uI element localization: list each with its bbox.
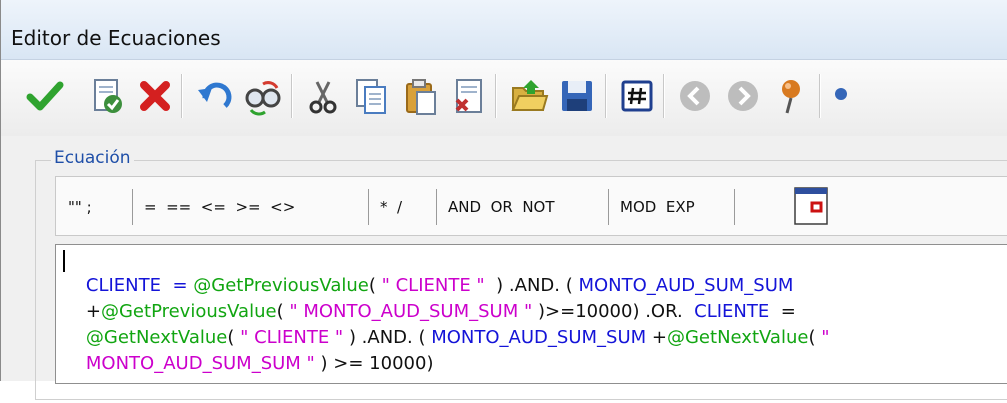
- copy-icon: [356, 79, 386, 114]
- code-token: (: [808, 327, 822, 348]
- operator-separator: [436, 189, 437, 225]
- toolbar-separator: [495, 74, 497, 118]
- validate-button[interactable]: [83, 70, 131, 122]
- delete-button[interactable]: [445, 70, 493, 122]
- save-icon: [562, 81, 592, 111]
- operator-separator: [132, 189, 133, 225]
- code-line: CLIENTE = @GetPreviousValue( " CLIENTE "…: [63, 247, 794, 296]
- equation-editor-window: Editor de Ecuaciones Ecuación "" ; = == …: [0, 0, 1007, 400]
- open-folder-icon: [511, 80, 549, 111]
- find-replace-button[interactable]: [239, 70, 287, 122]
- cancel-icon: [140, 81, 170, 111]
- save-button[interactable]: [553, 70, 601, 122]
- accept-button[interactable]: [21, 70, 69, 122]
- paste-button[interactable]: [397, 70, 445, 122]
- toolbar-separator: [819, 74, 821, 118]
- forward-button[interactable]: [719, 70, 767, 122]
- code-line: +@GetPreviousValue( " MONTO_AUD_SUM_SUM …: [63, 273, 796, 322]
- toolbar-separator: [291, 74, 293, 118]
- find-replace-icon: [245, 81, 281, 116]
- op-arithmetic[interactable]: * /: [380, 177, 402, 237]
- operator-bar: "" ; = == <= >= <> * / AND OR NOT MOD EX…: [55, 176, 1007, 236]
- op-math[interactable]: MOD EXP: [620, 177, 695, 237]
- validate-document-icon: [94, 79, 122, 113]
- toolbar-separator: [605, 74, 607, 118]
- operator-separator: [734, 189, 735, 225]
- pin-button[interactable]: [767, 70, 815, 122]
- code-token: +: [646, 327, 667, 348]
- window-title: Editor de Ecuaciones: [11, 26, 221, 50]
- op-quotes-semicolon[interactable]: "" ;: [68, 177, 92, 237]
- undo-icon: [198, 82, 232, 108]
- more-button[interactable]: [827, 70, 847, 122]
- operator-separator: [368, 189, 369, 225]
- operator-separator: [608, 189, 609, 225]
- code-line: MONTO_AUD_SUM_SUM " ) >= 10000): [63, 325, 434, 374]
- code-token: MONTO_AUD_SUM_SUM: [431, 327, 647, 348]
- copy-button[interactable]: [347, 70, 395, 122]
- delete-document-icon: [455, 79, 482, 113]
- overflow-icon: [835, 88, 847, 100]
- code-token: ": [821, 327, 830, 348]
- cancel-button[interactable]: [131, 70, 179, 122]
- back-button[interactable]: [671, 70, 719, 122]
- code-token: ) >= 10000): [314, 353, 434, 374]
- paste-icon: [406, 79, 436, 115]
- code-token: MONTO_AUD_SUM_SUM ": [85, 353, 315, 374]
- op-comparison[interactable]: = == <= >= <>: [144, 177, 295, 237]
- pin-icon: [782, 80, 800, 114]
- cut-button[interactable]: [299, 70, 347, 122]
- numeric-format-icon: [621, 80, 653, 112]
- code-line: @GetNextValue( " CLIENTE " ) .AND. ( MON…: [63, 299, 830, 348]
- toolbar-separator: [181, 74, 183, 118]
- accept-icon: [26, 81, 64, 111]
- cut-icon: [309, 81, 337, 114]
- back-icon: [680, 81, 710, 111]
- toolbar-separator: [663, 74, 665, 118]
- op-logical[interactable]: AND OR NOT: [448, 177, 555, 237]
- undo-button[interactable]: [191, 70, 239, 122]
- toolbar: [1, 60, 1007, 136]
- forward-icon: [728, 81, 758, 111]
- equation-group-label: Ecuación: [51, 148, 134, 168]
- open-button[interactable]: [505, 70, 553, 122]
- code-token: @GetNextValue: [666, 327, 809, 348]
- calendar-icon[interactable]: [792, 185, 830, 227]
- title-bar[interactable]: Editor de Ecuaciones: [1, 0, 1007, 60]
- numeric-format-button[interactable]: [613, 70, 661, 122]
